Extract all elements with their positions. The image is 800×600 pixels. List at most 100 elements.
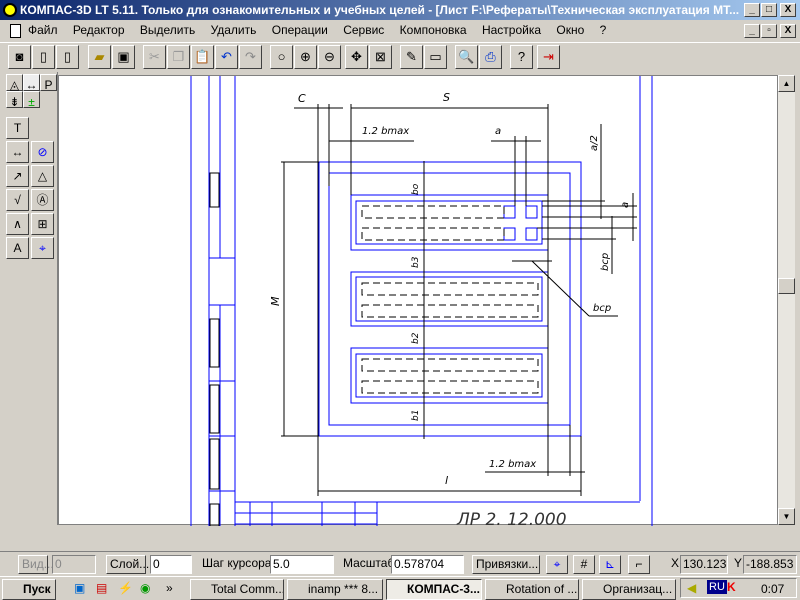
- menu-window[interactable]: Окно: [556, 23, 584, 37]
- dim-b3: b3: [411, 256, 421, 268]
- fit-icon[interactable]: ⊠: [369, 45, 392, 69]
- grid-icon[interactable]: #: [573, 555, 595, 574]
- dim-a-half: a/2: [589, 135, 600, 151]
- redo-icon[interactable]: ↷: [239, 45, 262, 69]
- ortho-icon[interactable]: ⌐: [628, 555, 650, 574]
- new-document-icon[interactable]: ◙: [8, 45, 31, 69]
- dim-a-top: a: [495, 126, 501, 137]
- radial-dimension-icon[interactable]: ↗: [6, 165, 29, 187]
- winding-slots: [361, 205, 539, 394]
- vertical-scrollbar[interactable]: ▲ ▼: [778, 75, 795, 525]
- center-mark-icon[interactable]: ⌖: [31, 237, 54, 259]
- kompas-logo-icon: [3, 3, 17, 17]
- menu-settings[interactable]: Настройка: [482, 23, 541, 37]
- window-title: КОМПАС-3D LT 5.11. Только для ознакомите…: [20, 3, 740, 17]
- dim-s: S: [443, 91, 450, 104]
- snaps-button[interactable]: Привязки...: [472, 555, 540, 574]
- doc-restore-button[interactable]: ▫: [761, 24, 777, 38]
- x-label: X: [671, 556, 680, 570]
- preview-icon[interactable]: 🔍: [455, 45, 478, 69]
- quick-launch-player-icon[interactable]: ◉: [140, 581, 150, 595]
- sheet-frame: [190, 76, 653, 526]
- drawing: C S 1.2 bmax a a/2 a bo b3 b2 b1 M bcp b…: [190, 76, 653, 530]
- new-sheet-icon[interactable]: ▯: [32, 45, 55, 69]
- save-icon[interactable]: ▣: [112, 45, 135, 69]
- zoom-icon[interactable]: ○: [270, 45, 293, 69]
- exit-icon[interactable]: ⇥: [537, 45, 560, 69]
- print-icon[interactable]: ⎙: [479, 45, 502, 69]
- pan-icon[interactable]: ✥: [345, 45, 368, 69]
- dim-bmax-bottom: 1.2 bmax: [489, 459, 536, 470]
- diameter-dimension-icon[interactable]: ⊘: [31, 141, 54, 163]
- task-total-commander[interactable]: Total Comm...: [190, 579, 284, 600]
- doc-minimize-button[interactable]: _: [744, 24, 760, 38]
- tool-panel: ◬ ↔ P ⇟ ± T ↔ ⊘ ↗ △ √ Ⓐ ∧ ⊞ A ⌖: [0, 72, 58, 525]
- linear-dimension-icon[interactable]: ↔: [6, 141, 29, 163]
- leader-icon[interactable]: ∧: [6, 213, 29, 235]
- layer-select[interactable]: 0: [150, 555, 192, 574]
- dim-bmax-top: 1.2 bmax: [362, 126, 409, 137]
- menu-layout[interactable]: Компоновка: [400, 23, 467, 37]
- pen-icon[interactable]: ✎: [400, 45, 423, 69]
- snap-toggle-icon[interactable]: ⌖: [546, 555, 568, 574]
- paste-icon[interactable]: 📋: [191, 45, 214, 69]
- parameters-page-icon[interactable]: P: [40, 74, 57, 92]
- base-icon[interactable]: Ⓐ: [31, 189, 54, 211]
- menu-delete[interactable]: Удалить: [211, 23, 257, 37]
- selection-page-icon[interactable]: ±: [23, 91, 40, 109]
- edit-page-icon[interactable]: ⇟: [6, 91, 23, 109]
- text-tool-icon[interactable]: T: [6, 117, 29, 139]
- quick-launch-desktop-icon[interactable]: ▣: [74, 581, 85, 595]
- cut-icon[interactable]: ✂: [143, 45, 166, 69]
- roughness-icon[interactable]: √: [6, 189, 29, 211]
- dim-c: C: [298, 92, 306, 105]
- step-select[interactable]: 5.0: [270, 555, 334, 574]
- menu-file[interactable]: Файл: [28, 23, 58, 37]
- task-kompas[interactable]: КОМПАС-3...: [386, 579, 482, 600]
- minimize-button[interactable]: _: [744, 3, 760, 17]
- undo-icon[interactable]: ↶: [215, 45, 238, 69]
- view-select[interactable]: 0: [52, 555, 96, 574]
- drawing-canvas[interactable]: C S 1.2 bmax a a/2 a bo b3 b2 b1 M bcp b…: [58, 75, 778, 530]
- quick-launch-more[interactable]: »: [166, 581, 173, 595]
- menu-help[interactable]: ?: [600, 23, 607, 37]
- help-cursor-icon[interactable]: ?: [510, 45, 533, 69]
- new-fragment-icon[interactable]: ▯: [56, 45, 79, 69]
- local-cs-icon[interactable]: ⊾: [599, 555, 621, 574]
- tolerance-icon[interactable]: ⊞: [31, 213, 54, 235]
- quick-launch-winamp-icon[interactable]: ⚡: [118, 581, 133, 595]
- title-bar: КОМПАС-3D LT 5.11. Только для ознакомите…: [0, 0, 800, 20]
- open-icon[interactable]: ▰: [88, 45, 111, 69]
- task-word-document[interactable]: Организац...: [582, 579, 676, 600]
- dim-bcp-vertical: bcp: [600, 253, 611, 271]
- start-button[interactable]: Пуск: [2, 579, 56, 600]
- menu-operations[interactable]: Операции: [272, 23, 328, 37]
- quick-launch-totalcmd-icon[interactable]: ▤: [96, 581, 107, 595]
- menu-edit[interactable]: Редактор: [73, 23, 125, 37]
- view-button[interactable]: Вид...: [18, 555, 54, 574]
- scale-select[interactable]: 0.578704: [391, 555, 464, 574]
- zoom-in-icon[interactable]: ⊕: [294, 45, 317, 69]
- layer-button[interactable]: Слой...: [106, 555, 149, 574]
- task-winamp[interactable]: inamp *** 8...: [287, 579, 383, 600]
- maximize-button[interactable]: □: [761, 3, 777, 17]
- zoom-out-icon[interactable]: ⊖: [318, 45, 341, 69]
- copy-icon[interactable]: ❐: [167, 45, 190, 69]
- volume-icon[interactable]: ◀: [687, 581, 696, 595]
- table-icon[interactable]: ▭: [424, 45, 447, 69]
- close-button[interactable]: X: [780, 3, 796, 17]
- stamp-designation: ЛР 2. 12.000: [456, 510, 567, 526]
- language-indicator[interactable]: RU: [707, 580, 727, 594]
- geometry-page-icon[interactable]: ◬: [6, 74, 23, 92]
- scroll-thumb[interactable]: [778, 278, 795, 294]
- dimension-page-icon[interactable]: ↔: [23, 74, 40, 92]
- menu-service[interactable]: Сервис: [343, 23, 384, 37]
- antivirus-icon[interactable]: K: [727, 580, 736, 594]
- task-rotation[interactable]: Rotation of ...: [485, 579, 579, 600]
- angular-dimension-icon[interactable]: △: [31, 165, 54, 187]
- scroll-up-button[interactable]: ▲: [778, 75, 795, 92]
- view-arrow-icon[interactable]: A: [6, 237, 29, 259]
- doc-close-button[interactable]: X: [780, 24, 796, 38]
- scroll-down-button[interactable]: ▼: [778, 508, 795, 525]
- menu-select[interactable]: Выделить: [140, 23, 195, 37]
